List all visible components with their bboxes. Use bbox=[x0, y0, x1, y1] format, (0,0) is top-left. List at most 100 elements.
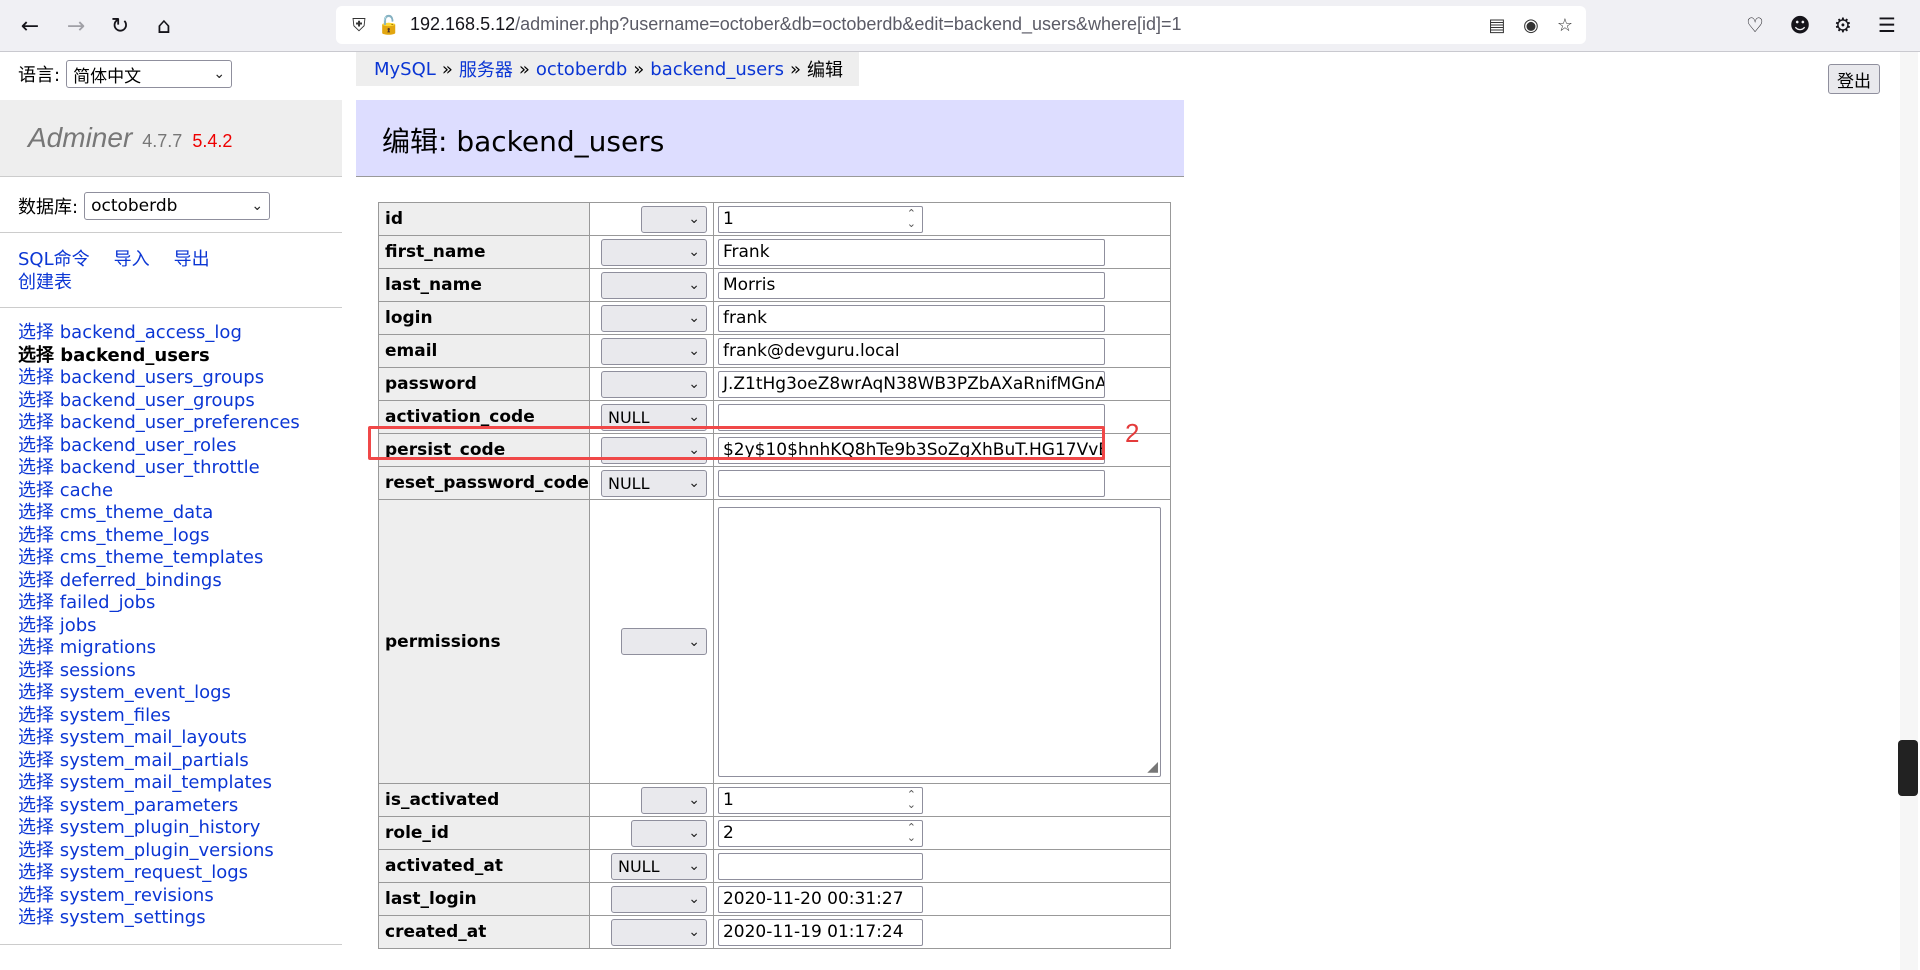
table-structure-link[interactable]: backend_user_throttle bbox=[60, 457, 260, 478]
table-structure-link[interactable]: backend_access_log bbox=[60, 322, 242, 343]
breadcrumb-table[interactable]: backend_users bbox=[650, 59, 784, 80]
table-structure-link[interactable]: system_revisions bbox=[60, 885, 214, 906]
function-select[interactable]: ⌄ bbox=[600, 337, 707, 365]
function-select[interactable]: ⌄ bbox=[610, 885, 707, 913]
function-select[interactable]: ⌄ bbox=[600, 304, 707, 332]
language-select[interactable]: 简体中文 ⌄ bbox=[66, 60, 233, 88]
resize-grip-icon[interactable]: ◢ bbox=[1147, 759, 1158, 775]
select-table-link[interactable]: 选择 bbox=[18, 547, 54, 568]
table-structure-link[interactable]: system_request_logs bbox=[60, 862, 248, 883]
select-table-link[interactable]: 选择 bbox=[18, 682, 54, 703]
select-table-link[interactable]: 选择 bbox=[18, 660, 54, 681]
table-structure-link[interactable]: system_plugin_history bbox=[60, 817, 261, 838]
function-select[interactable]: ⌄ bbox=[620, 628, 707, 655]
function-select[interactable]: NULL ⌄ bbox=[600, 469, 707, 497]
select-table-link[interactable]: 选择 bbox=[18, 390, 54, 411]
table-structure-link[interactable]: system_parameters bbox=[60, 795, 238, 816]
select-table-link[interactable]: 选择 bbox=[18, 570, 54, 591]
select-table-link[interactable]: 选择 bbox=[18, 705, 54, 726]
breadcrumb-mysql[interactable]: MySQL bbox=[374, 59, 436, 80]
function-select[interactable]: ⌄ bbox=[600, 271, 707, 299]
database-select[interactable]: octoberdb ⌄ bbox=[84, 192, 271, 220]
table-structure-link[interactable]: backend_users_groups bbox=[60, 367, 264, 388]
spinner-icon[interactable]: ⌃ ⌄ bbox=[907, 789, 916, 810]
menu-icon[interactable]: ☰ bbox=[1872, 10, 1902, 40]
export-link[interactable]: 导出 bbox=[174, 249, 210, 270]
reload-icon[interactable]: ↻ bbox=[102, 8, 138, 44]
select-table-link[interactable]: 选择 bbox=[18, 615, 54, 636]
select-table-link[interactable]: 选择 bbox=[18, 885, 54, 906]
shield-icon[interactable]: ⛨ bbox=[348, 14, 370, 36]
table-structure-link[interactable]: system_mail_templates bbox=[60, 772, 272, 793]
spinner-icon[interactable]: ⌃ ⌄ bbox=[907, 208, 916, 229]
select-table-link[interactable]: 选择 bbox=[18, 840, 54, 861]
function-select[interactable]: ⌄ bbox=[630, 819, 707, 847]
select-table-link[interactable]: 选择 bbox=[18, 727, 54, 748]
table-structure-link[interactable]: system_settings bbox=[60, 907, 206, 928]
extensions-icon[interactable]: ⚙ bbox=[1828, 10, 1858, 40]
spinner-icon[interactable]: ⌃ ⌄ bbox=[907, 822, 916, 843]
select-table-link[interactable]: 选择 bbox=[18, 457, 54, 478]
table-structure-link[interactable]: backend_user_preferences bbox=[60, 412, 300, 433]
table-structure-link[interactable]: jobs bbox=[60, 615, 97, 636]
insecure-lock-icon[interactable]: 🔓 bbox=[378, 14, 400, 36]
table-structure-link[interactable]: system_plugin_versions bbox=[60, 840, 274, 861]
field-input-reset_password_code[interactable] bbox=[717, 469, 1105, 497]
select-table-link[interactable]: 选择 bbox=[18, 750, 54, 771]
select-table-link[interactable]: 选择 bbox=[18, 907, 54, 928]
table-structure-link[interactable]: cms_theme_templates bbox=[60, 547, 264, 568]
select-table-link[interactable]: 选择 bbox=[18, 480, 54, 501]
table-structure-link[interactable]: backend_user_groups bbox=[60, 390, 255, 411]
field-input-last_name[interactable]: Morris bbox=[717, 271, 1105, 299]
function-select[interactable]: ⌄ bbox=[640, 205, 707, 233]
field-input-is_activated[interactable]: 1 ⌃ ⌄ bbox=[717, 786, 923, 814]
url-text[interactable]: 192.168.5.12/adminer.php?username=octobe… bbox=[410, 14, 1182, 35]
table-structure-link[interactable]: migrations bbox=[60, 637, 156, 658]
select-table-link[interactable]: 选择 bbox=[18, 862, 54, 883]
table-structure-link[interactable]: backend_users bbox=[60, 345, 209, 366]
function-select[interactable]: NULL ⌄ bbox=[610, 852, 707, 880]
back-arrow-icon[interactable]: ← bbox=[12, 8, 48, 44]
table-structure-link[interactable]: system_event_logs bbox=[60, 682, 231, 703]
account-icon[interactable]: ☻ bbox=[1785, 10, 1815, 40]
function-select[interactable]: ⌄ bbox=[600, 238, 707, 266]
select-table-link[interactable]: 选择 bbox=[18, 367, 54, 388]
reader-view-icon[interactable]: ▤ bbox=[1486, 14, 1508, 36]
table-structure-link[interactable]: cms_theme_logs bbox=[60, 525, 210, 546]
select-table-link[interactable]: 选择 bbox=[18, 637, 54, 658]
field-input-email[interactable]: frank@devguru.local bbox=[717, 337, 1105, 365]
url-bar[interactable]: ⛨ 🔓 192.168.5.12/adminer.php?username=oc… bbox=[336, 6, 1586, 44]
table-structure-link[interactable]: failed_jobs bbox=[60, 592, 156, 613]
brand-new-version-link[interactable]: 5.4.2 bbox=[192, 131, 232, 151]
field-input-password[interactable]: J.Z1tHg3oeZ8wrAqN38WB3PZbAXaRnifMGnAHFPU… bbox=[717, 370, 1105, 398]
logout-button[interactable]: 登出 bbox=[1828, 64, 1880, 94]
select-table-link[interactable]: 选择 bbox=[18, 435, 54, 456]
table-structure-link[interactable]: system_mail_partials bbox=[60, 750, 249, 771]
select-table-link[interactable]: 选择 bbox=[18, 412, 54, 433]
select-table-link[interactable]: 选择 bbox=[18, 772, 54, 793]
table-structure-link[interactable]: system_files bbox=[60, 705, 171, 726]
select-table-link[interactable]: 选择 bbox=[18, 817, 54, 838]
breadcrumb-database[interactable]: octoberdb bbox=[536, 59, 627, 80]
table-structure-link[interactable]: sessions bbox=[60, 660, 136, 681]
table-structure-link[interactable]: cms_theme_data bbox=[60, 502, 214, 523]
create-table-link[interactable]: 创建表 bbox=[18, 272, 72, 293]
pocket-icon[interactable]: ♡ bbox=[1740, 10, 1770, 40]
field-input-created_at[interactable]: 2020-11-19 01:17:24 bbox=[717, 918, 923, 946]
field-input-activated_at[interactable] bbox=[717, 852, 923, 880]
forward-arrow-icon[interactable]: → bbox=[58, 8, 94, 44]
select-table-link[interactable]: 选择 bbox=[18, 502, 54, 523]
field-input-last_login[interactable]: 2020-11-20 00:31:27 bbox=[717, 885, 923, 913]
field-input-first_name[interactable]: Frank bbox=[717, 238, 1105, 266]
home-icon[interactable]: ⌂ bbox=[146, 8, 182, 44]
bookmark-star-icon[interactable]: ☆ bbox=[1554, 14, 1576, 36]
table-structure-link[interactable]: cache bbox=[60, 480, 113, 501]
function-select[interactable]: ⌄ bbox=[610, 918, 707, 946]
select-table-link[interactable]: 选择 bbox=[18, 592, 54, 613]
select-table-link[interactable]: 选择 bbox=[18, 525, 54, 546]
table-structure-link[interactable]: deferred_bindings bbox=[60, 570, 222, 591]
table-structure-link[interactable]: system_mail_layouts bbox=[60, 727, 247, 748]
sql-command-link[interactable]: SQL命令 bbox=[18, 249, 90, 270]
select-table-link[interactable]: 选择 bbox=[18, 795, 54, 816]
field-input-login[interactable]: frank bbox=[717, 304, 1105, 332]
